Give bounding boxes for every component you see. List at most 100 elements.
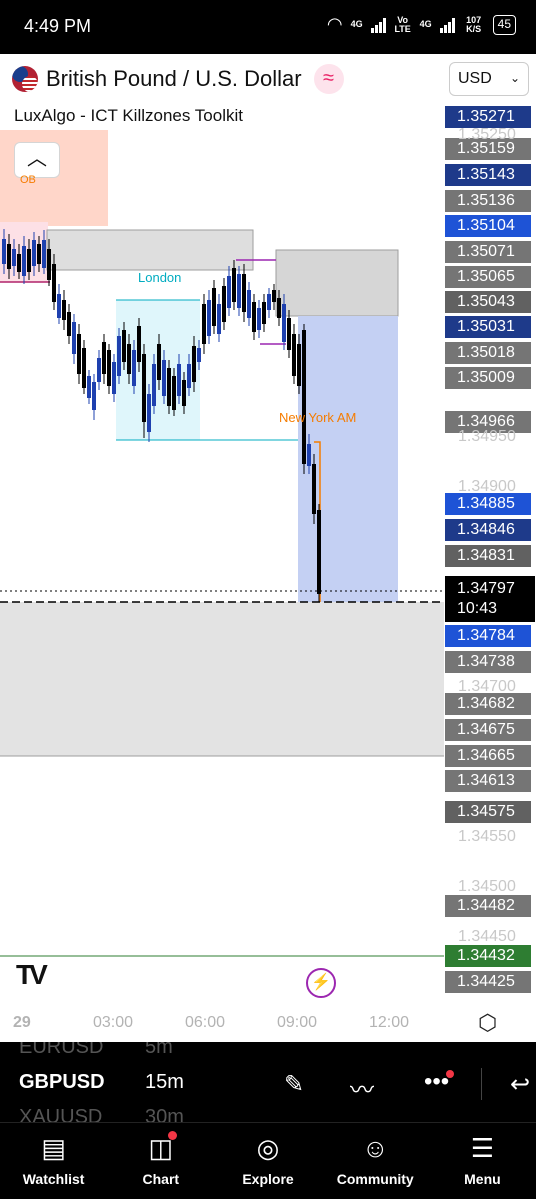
candle-body: [312, 464, 316, 514]
battery-indicator: 45: [492, 14, 516, 35]
nav-chart[interactable]: ◫ Chart: [107, 1123, 214, 1199]
collapse-button[interactable]: ︿: [14, 142, 60, 178]
wave-icon[interactable]: ≈: [313, 64, 344, 94]
nav-menu[interactable]: ☰ Menu: [429, 1123, 536, 1199]
candle-body: [272, 290, 276, 302]
signal-icon: [370, 17, 386, 33]
price-axis-label: 1.34575: [445, 801, 531, 823]
time-label-0300: 03:00: [93, 1014, 134, 1031]
candle-body: [17, 254, 21, 272]
time-label-0600: 06:00: [185, 1014, 226, 1031]
price-axis-label: 1.34738: [445, 651, 531, 673]
network-speed: 107 K/S: [466, 14, 482, 34]
candle-body: [72, 322, 76, 354]
nav-watchlist[interactable]: ▤ Watchlist: [0, 1123, 107, 1199]
candle-body: [27, 249, 31, 272]
current-symbol[interactable]: GBPUSD: [19, 1071, 105, 1094]
volte-label: Vo LTE: [394, 14, 411, 34]
candle-body: [257, 308, 261, 330]
candle-body: [287, 318, 291, 350]
network-type: 4G: [350, 19, 363, 29]
candle-body: [122, 330, 126, 362]
notification-dot: [168, 1131, 178, 1140]
symbol-header[interactable]: British Pound / U.S. Dollar ≈: [12, 64, 344, 94]
price-axis-label: 1.34846: [445, 519, 531, 541]
candle-body: [197, 348, 201, 362]
price-axis-label: 1.35009: [445, 367, 531, 389]
time-label-1200: 12:00: [369, 1014, 410, 1031]
current-price: 1.34797: [457, 580, 515, 597]
price-tick-label: 1.34950: [458, 428, 516, 445]
candle-body: [212, 288, 216, 326]
time-label-0900: 09:00: [277, 1014, 318, 1031]
symbol-title[interactable]: British Pound / U.S. Dollar: [46, 66, 302, 92]
candle-body: [157, 344, 161, 380]
wifi-icon: ◠: [326, 14, 343, 34]
next-symbol[interactable]: XAUUSD: [19, 1106, 102, 1122]
candle-body: [2, 239, 6, 264]
candle-body: [117, 336, 121, 376]
nav-community[interactable]: ☺ Community: [322, 1123, 429, 1199]
candle-body: [192, 346, 196, 382]
price-tick-label: 1.34550: [458, 828, 516, 845]
lightning-icon[interactable]: ⚡: [306, 968, 336, 998]
candle-body: [297, 344, 301, 386]
price-tick-label: 1.34700: [458, 678, 516, 695]
compass-icon: ◎: [256, 1133, 280, 1163]
candle-body: [317, 510, 321, 594]
candle-body: [227, 276, 231, 308]
nav-label-menu: Menu: [464, 1171, 501, 1187]
price-axis-label: 1.35143: [445, 164, 531, 186]
candle-body: [32, 240, 36, 266]
chart-area[interactable]: British Pound / U.S. Dollar ≈ USD ⌄ LuxA…: [0, 54, 536, 1042]
price-axis-label: 1.34784: [445, 625, 531, 647]
symbol-strip[interactable]: EURUSD 5m GBPUSD 15m XAUUSD 30m ✎ 〰 ••• …: [0, 1042, 536, 1122]
candle-body: [7, 244, 11, 269]
price-axis-label: 1.35031: [445, 316, 531, 338]
price-tick-label: 1.34450: [458, 928, 516, 945]
price-axis-label: 1.35065: [445, 266, 531, 288]
price-axis-label: 1.34682: [445, 693, 531, 715]
nav-label-chart: Chart: [142, 1171, 180, 1187]
candle-body: [217, 304, 221, 334]
candle-body: [147, 394, 151, 432]
bottom-nav: ▤ Watchlist ◫ Chart ◎ Explore ☺ Communit…: [0, 1122, 536, 1199]
price-tick-label: 1.35250: [458, 126, 516, 143]
nav-explore[interactable]: ◎ Explore: [214, 1123, 321, 1199]
next-timeframe[interactable]: 30m: [145, 1106, 184, 1122]
candle-body: [302, 330, 306, 464]
candle-body: [82, 348, 86, 388]
indicators-icon[interactable]: 〰: [350, 1070, 374, 1105]
prev-symbol[interactable]: EURUSD: [19, 1042, 103, 1059]
price-axis-label: 1.35271: [445, 106, 531, 128]
candle-body: [202, 304, 206, 344]
candle-body: [57, 294, 61, 318]
tradingview-logo[interactable]: TV: [16, 959, 48, 991]
price-axis-label: 1.34482: [445, 895, 531, 917]
indicator-name[interactable]: LuxAlgo - ICT Killzones Toolkit: [14, 106, 243, 126]
currency-select[interactable]: USD ⌄: [449, 62, 529, 96]
price-axis-label: 1.35136: [445, 190, 531, 212]
candle-body: [97, 358, 101, 382]
back-arrow-icon[interactable]: ↩: [510, 1070, 530, 1099]
drawing-pen-icon[interactable]: ✎: [284, 1070, 304, 1099]
chevron-down-icon: ⌄: [509, 71, 520, 85]
candle-body: [42, 240, 46, 268]
candle-body: [222, 286, 226, 322]
chart-settings-icon[interactable]: ⬡: [478, 1010, 497, 1036]
candle-body: [107, 350, 111, 386]
prev-timeframe[interactable]: 5m: [145, 1042, 173, 1059]
current-timeframe[interactable]: 15m: [145, 1071, 184, 1094]
more-options-icon[interactable]: •••: [424, 1068, 455, 1096]
new-york-session-box: [298, 316, 398, 602]
candle-body: [282, 304, 286, 342]
candle-body: [22, 246, 26, 276]
price-axis-label: 1.34665: [445, 745, 531, 767]
price-tick-label: 1.34900: [458, 478, 516, 495]
gbp-usd-flag-icon: [12, 66, 38, 92]
candle-body: [232, 268, 236, 302]
candle-body: [142, 354, 146, 422]
watchlist-icon: ▤: [41, 1133, 66, 1163]
candle-body: [77, 334, 81, 374]
candle-body: [277, 298, 281, 318]
